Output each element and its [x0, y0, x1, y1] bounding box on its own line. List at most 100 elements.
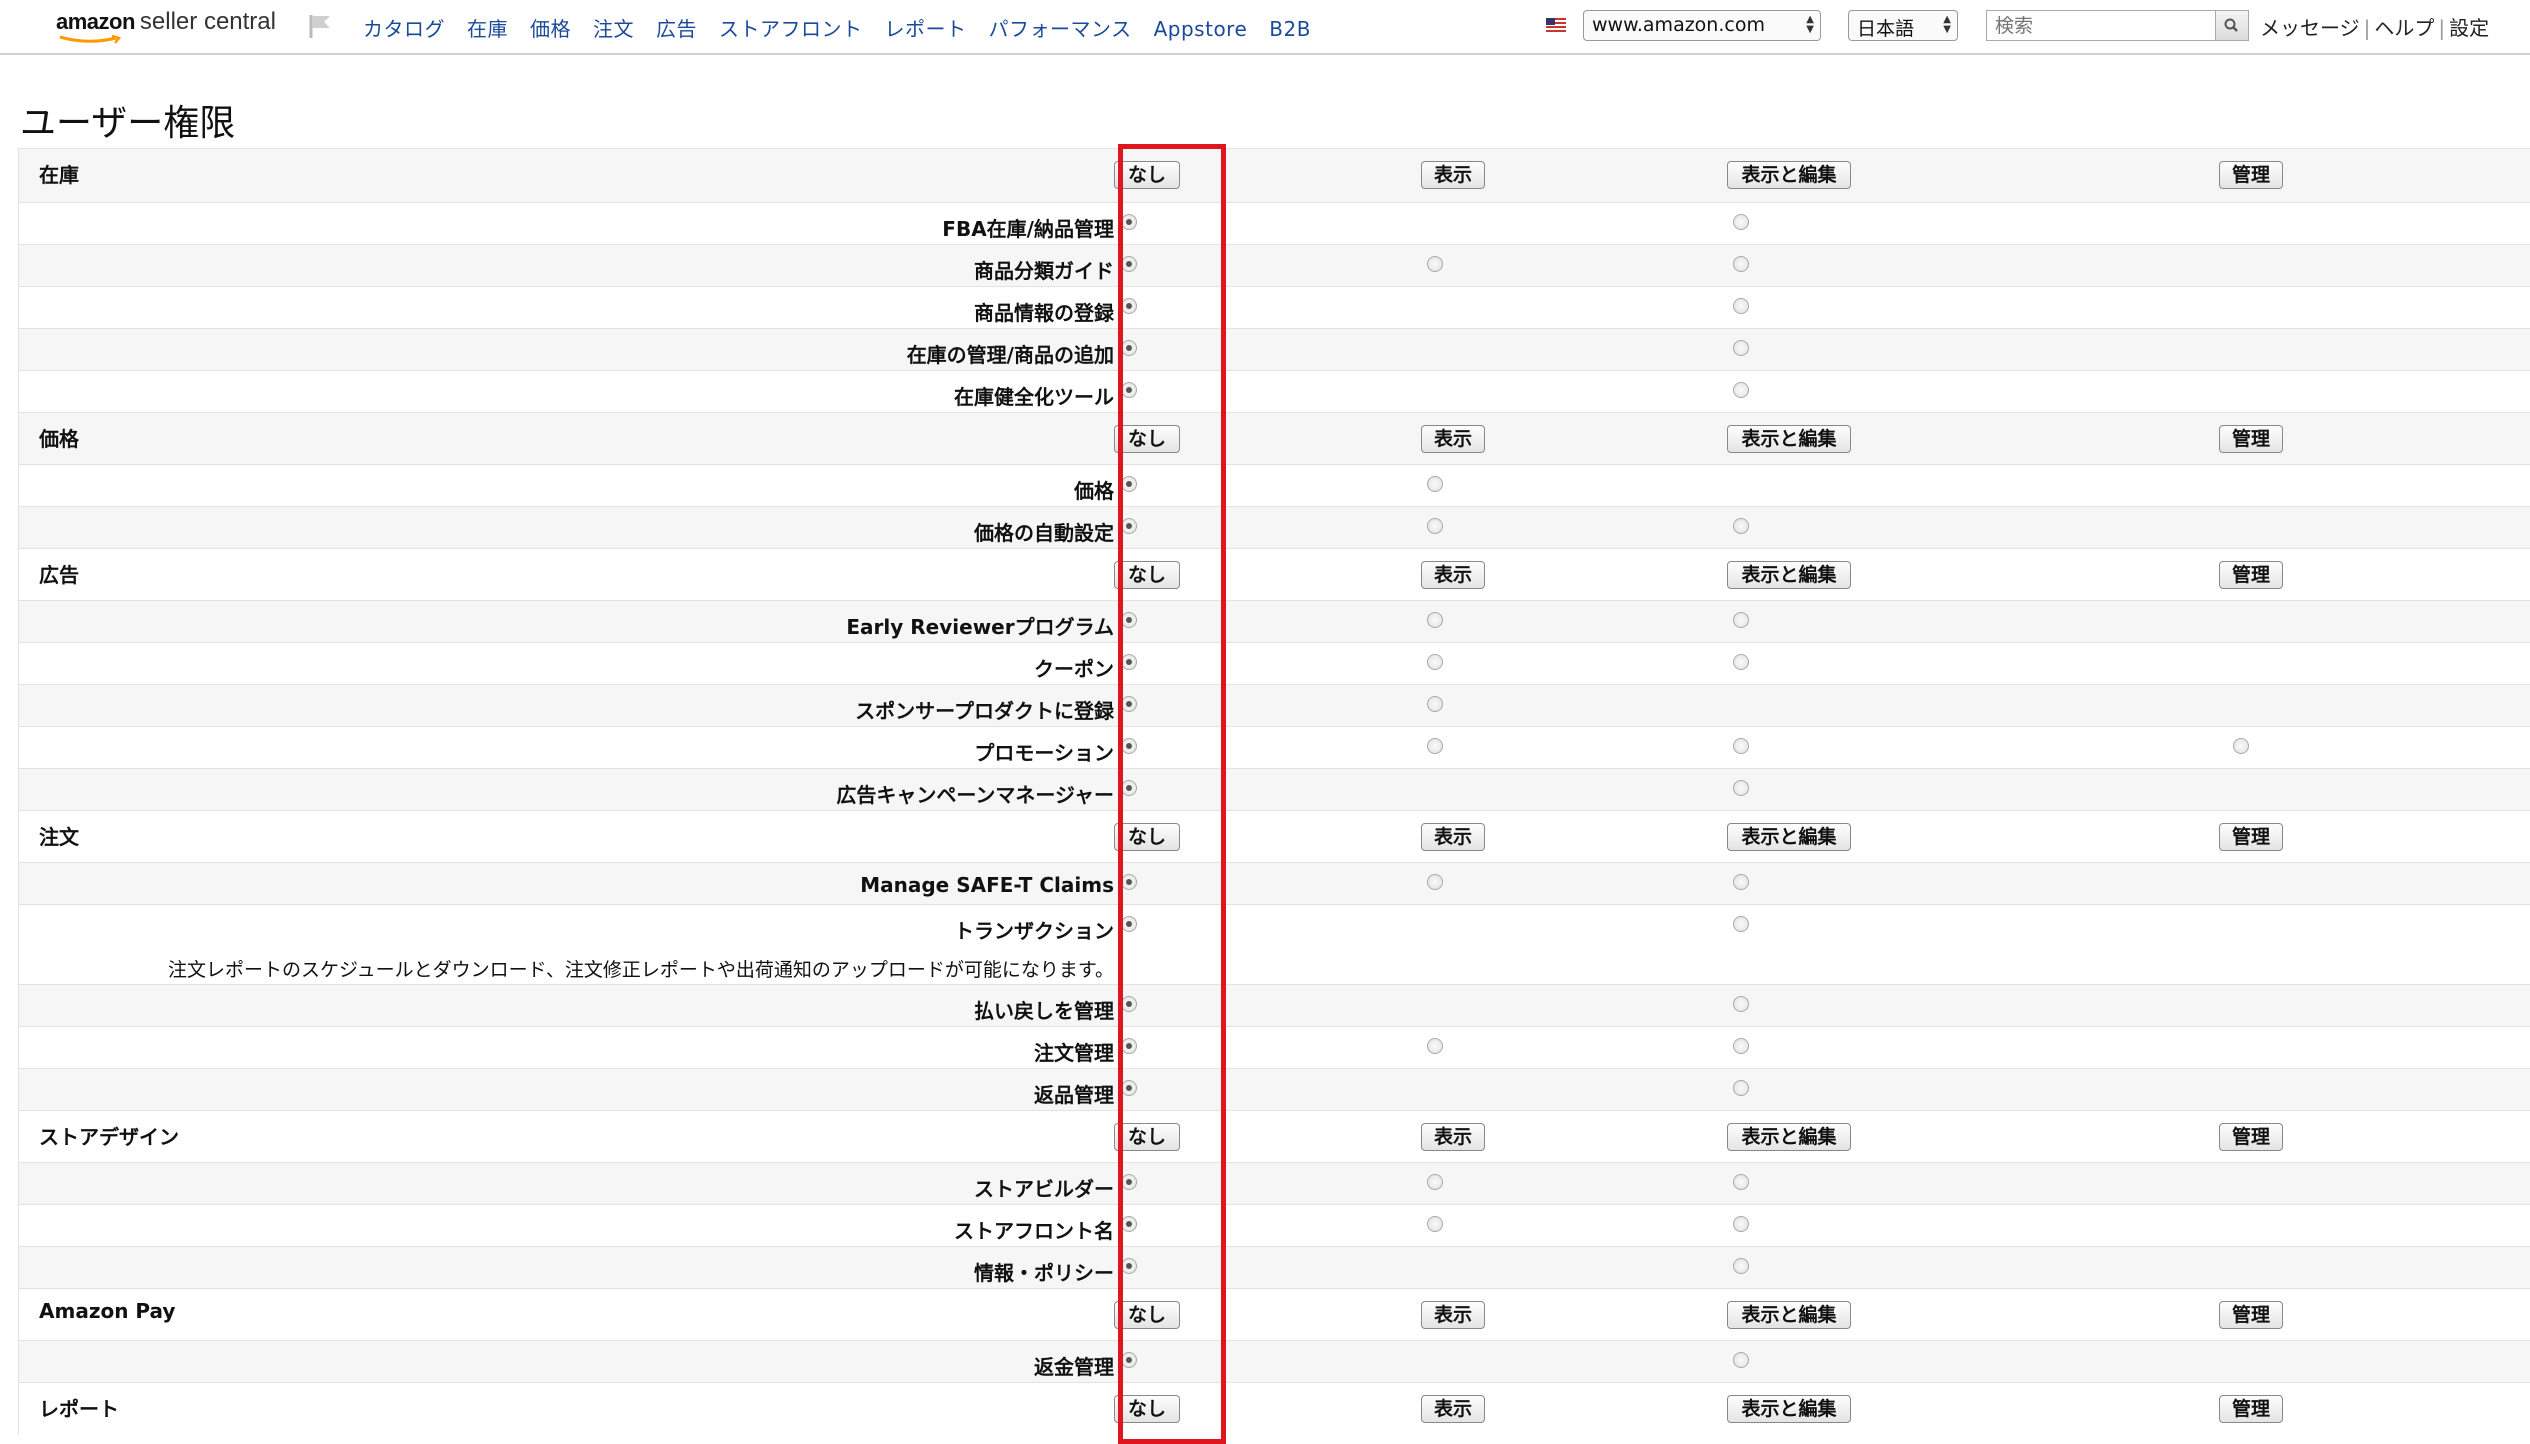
set-all-admin-button[interactable]: 管理 — [2219, 425, 2283, 453]
nav-item[interactable]: カタログ — [363, 17, 445, 41]
permission-radio-view-edit[interactable] — [1733, 1352, 1749, 1368]
permission-radio-view[interactable] — [1427, 696, 1443, 712]
set-all-none-button[interactable]: なし — [1114, 1301, 1180, 1329]
set-all-view-edit-button[interactable]: 表示と編集 — [1727, 561, 1851, 589]
permission-radio-none[interactable] — [1121, 874, 1137, 890]
set-all-view-button[interactable]: 表示 — [1421, 823, 1485, 851]
search-button[interactable] — [2215, 10, 2249, 41]
set-all-none-button[interactable]: なし — [1114, 425, 1180, 453]
permission-radio-view-edit[interactable] — [1733, 1216, 1749, 1232]
permission-radio-view-edit[interactable] — [1733, 518, 1749, 534]
set-all-view-button[interactable]: 表示 — [1421, 1123, 1485, 1151]
nav-item[interactable]: B2B — [1269, 17, 1311, 41]
permission-radio-view-edit[interactable] — [1733, 382, 1749, 398]
permission-radio-none[interactable] — [1121, 1174, 1137, 1190]
permission-radio-none[interactable] — [1121, 214, 1137, 230]
search-input[interactable] — [1986, 10, 2216, 41]
permission-radio-none[interactable] — [1121, 696, 1137, 712]
permission-radio-none[interactable] — [1121, 1352, 1137, 1368]
permission-radio-none[interactable] — [1121, 518, 1137, 534]
set-all-admin-button[interactable]: 管理 — [2219, 823, 2283, 851]
settings-link[interactable]: 設定 — [2449, 16, 2489, 40]
permission-radio-none[interactable] — [1121, 340, 1137, 356]
permission-radio-view-edit[interactable] — [1733, 612, 1749, 628]
permission-radio-view-edit[interactable] — [1733, 874, 1749, 890]
nav-item[interactable]: レポート — [885, 17, 967, 41]
permission-radio-view-edit[interactable] — [1733, 340, 1749, 356]
permission-radio-none[interactable] — [1121, 996, 1137, 1012]
nav-item[interactable]: ストアフロント — [719, 17, 863, 41]
set-all-view-button[interactable]: 表示 — [1421, 161, 1485, 189]
nav-item[interactable]: 広告 — [656, 17, 697, 41]
permission-radio-view-edit[interactable] — [1733, 738, 1749, 754]
permission-radio-view-edit[interactable] — [1733, 780, 1749, 796]
permission-radio-view[interactable] — [1427, 612, 1443, 628]
permission-radio-admin[interactable] — [2233, 738, 2249, 754]
set-all-admin-button[interactable]: 管理 — [2219, 561, 2283, 589]
permission-radio-view[interactable] — [1427, 518, 1443, 534]
help-link[interactable]: ヘルプ — [2374, 16, 2434, 40]
permission-radio-view-edit[interactable] — [1733, 214, 1749, 230]
permission-radio-view[interactable] — [1427, 1174, 1443, 1190]
set-all-view-edit-button[interactable]: 表示と編集 — [1727, 425, 1851, 453]
set-all-view-edit-button[interactable]: 表示と編集 — [1727, 161, 1851, 189]
permission-radio-view-edit[interactable] — [1733, 654, 1749, 670]
language-select[interactable]: 日本語 ▲ ▼ — [1848, 10, 1958, 41]
nav-item[interactable]: 注文 — [593, 17, 634, 41]
permission-radio-view[interactable] — [1427, 1216, 1443, 1232]
set-all-view-button[interactable]: 表示 — [1421, 425, 1485, 453]
permission-radio-view-edit[interactable] — [1733, 298, 1749, 314]
permission-radio-view-edit[interactable] — [1733, 1038, 1749, 1054]
permission-radio-view-edit[interactable] — [1733, 996, 1749, 1012]
nav-item[interactable]: パフォーマンス — [989, 17, 1132, 41]
set-all-view-button[interactable]: 表示 — [1421, 561, 1485, 589]
set-all-none-button[interactable]: なし — [1114, 1123, 1180, 1151]
permission-radio-none[interactable] — [1121, 1216, 1137, 1232]
nav-item[interactable]: 価格 — [530, 17, 571, 41]
messages-link[interactable]: メッセージ — [2260, 16, 2360, 40]
set-all-none-button[interactable]: なし — [1114, 823, 1180, 851]
permission-radio-none[interactable] — [1121, 612, 1137, 628]
set-all-view-edit-button[interactable]: 表示と編集 — [1727, 1395, 1851, 1423]
set-all-none-button[interactable]: なし — [1114, 1395, 1180, 1423]
permission-radio-view[interactable] — [1427, 738, 1443, 754]
nav-item[interactable]: 在庫 — [467, 17, 508, 41]
permission-radio-none[interactable] — [1121, 1080, 1137, 1096]
set-all-admin-button[interactable]: 管理 — [2219, 1395, 2283, 1423]
set-all-view-edit-button[interactable]: 表示と編集 — [1727, 823, 1851, 851]
permission-radio-view[interactable] — [1427, 654, 1443, 670]
permission-radio-none[interactable] — [1121, 654, 1137, 670]
set-all-view-edit-button[interactable]: 表示と編集 — [1727, 1123, 1851, 1151]
permission-radio-view-edit[interactable] — [1733, 916, 1749, 932]
set-all-admin-button[interactable]: 管理 — [2219, 1123, 2283, 1151]
permission-radio-view-edit[interactable] — [1733, 1080, 1749, 1096]
set-all-admin-button[interactable]: 管理 — [2219, 161, 2283, 189]
permission-radio-none[interactable] — [1121, 780, 1137, 796]
permission-radio-view-edit[interactable] — [1733, 1258, 1749, 1274]
permission-radio-view-edit[interactable] — [1733, 256, 1749, 272]
set-all-none-button[interactable]: なし — [1114, 161, 1180, 189]
set-all-view-edit-button[interactable]: 表示と編集 — [1727, 1301, 1851, 1329]
set-all-admin-button[interactable]: 管理 — [2219, 1301, 2283, 1329]
permission-radio-view[interactable] — [1427, 476, 1443, 492]
permission-radio-none[interactable] — [1121, 1038, 1137, 1054]
permission-radio-view[interactable] — [1427, 1038, 1443, 1054]
marketplace-select[interactable]: www.amazon.com ▲ ▼ — [1583, 10, 1821, 41]
set-all-view-button[interactable]: 表示 — [1421, 1301, 1485, 1329]
permission-radio-view-edit[interactable] — [1733, 1174, 1749, 1190]
set-all-none-button[interactable]: なし — [1114, 561, 1180, 589]
amazon-seller-central-logo[interactable]: amazon seller central — [56, 8, 276, 48]
set-all-view-button[interactable]: 表示 — [1421, 1395, 1485, 1423]
permission-radio-none[interactable] — [1121, 1258, 1137, 1274]
permission-row: 商品分類ガイド — [18, 244, 2530, 286]
permission-radio-view[interactable] — [1427, 874, 1443, 890]
permission-radio-view[interactable] — [1427, 256, 1443, 272]
flag-icon[interactable] — [306, 12, 334, 40]
permission-radio-none[interactable] — [1121, 476, 1137, 492]
nav-item[interactable]: Appstore — [1154, 17, 1248, 41]
permission-radio-none[interactable] — [1121, 382, 1137, 398]
permission-radio-none[interactable] — [1121, 298, 1137, 314]
permission-radio-none[interactable] — [1121, 738, 1137, 754]
permission-radio-none[interactable] — [1121, 256, 1137, 272]
permission-radio-none[interactable] — [1121, 916, 1137, 932]
